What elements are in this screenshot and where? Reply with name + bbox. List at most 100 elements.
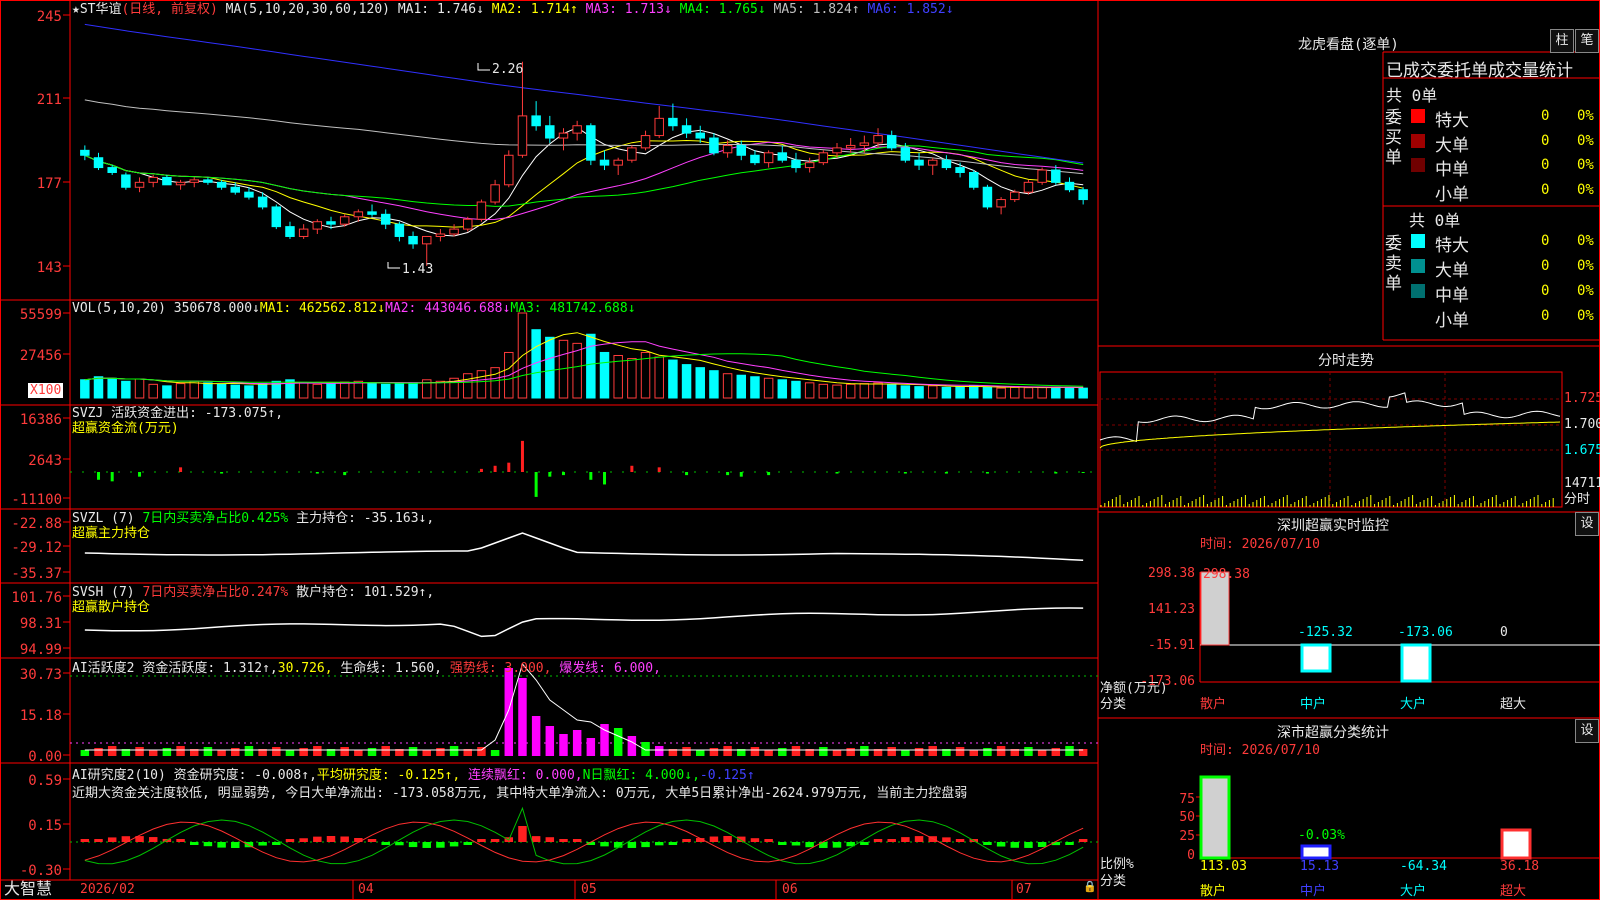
ai-research-bar — [518, 826, 527, 842]
ai-active-bar — [682, 747, 691, 756]
ai-research-bar — [668, 842, 678, 845]
volume-bar — [654, 356, 664, 399]
candle-body — [627, 147, 637, 161]
candle-body — [955, 167, 965, 173]
volume-bar — [162, 385, 172, 399]
candle-body — [709, 137, 719, 154]
low-annotation-arrow — [387, 262, 400, 269]
volume-bar — [627, 358, 637, 399]
ai-research-bar — [887, 839, 896, 842]
ai-research-bar — [148, 837, 158, 842]
bar-view-button[interactable]: 柱 — [1550, 29, 1574, 53]
chart-canvas[interactable] — [0, 0, 1600, 900]
volume-bar — [1064, 387, 1075, 399]
svzl-header: SVZL (7) 7日内买卖净占比0.425% 主力持仓: -35.163↓, — [72, 511, 434, 526]
volume-bar — [353, 380, 364, 399]
sz-monitor-cat: 散户 — [1200, 697, 1227, 712]
sz-class-tick: 0 — [1187, 848, 1195, 863]
sell-s-name: 小单 — [1435, 311, 1469, 331]
sz-class-bar — [1500, 828, 1532, 860]
ai-research-bar — [996, 842, 1006, 847]
ai-research-bar — [340, 836, 349, 842]
ai-active-life: 生命线: 1.560, — [340, 661, 443, 676]
ai-research-label: 资金研究度: -0.008↑, — [173, 768, 317, 783]
volume-bar — [1023, 387, 1034, 399]
volume-bar — [859, 383, 870, 399]
volume-bar — [244, 385, 254, 399]
svzj-title: SVZJ — [72, 406, 104, 421]
vol-title: VOL(5,10,20) — [72, 301, 166, 316]
svzj-bar — [944, 472, 948, 474]
period-label[interactable]: (日线, 前复权) — [121, 2, 217, 17]
ai-active-bar — [791, 746, 801, 756]
stock-name[interactable]: ★ST华谊 — [72, 2, 121, 17]
candle-body — [189, 179, 199, 183]
ai-active-tick: 0.00 — [28, 749, 62, 765]
candle-body — [463, 218, 473, 230]
volume-bar — [312, 383, 323, 399]
sz-class-settings-button[interactable]: 设 — [1575, 719, 1599, 743]
sz-class-tick: 50 — [1179, 810, 1195, 825]
ai-research-bar — [190, 842, 199, 845]
volume-bar — [763, 377, 774, 399]
vol-ma2: MA2: 443046.688↓ — [385, 301, 511, 316]
vol-unit-label: X100 — [28, 383, 64, 398]
sz-class-ylabel: 比例% — [1100, 857, 1134, 872]
sz-monitor-tick: 141.23 — [1148, 602, 1195, 617]
candle-body — [203, 179, 213, 183]
svzj-bar — [685, 472, 689, 476]
volume-bar — [695, 367, 705, 399]
svzj-bar — [97, 472, 101, 480]
ai-active-bar — [887, 747, 896, 756]
candle-body — [162, 176, 172, 186]
svzj-bar — [1081, 472, 1085, 473]
x-tick: 2026/02 — [80, 882, 135, 897]
candle-body — [93, 157, 104, 169]
sz-monitor-cat: 中户 — [1300, 697, 1327, 712]
ai-research-bar — [107, 837, 117, 842]
sz-class-cat: 中户 — [1300, 884, 1327, 899]
candle-body — [531, 115, 541, 127]
ai-active-bar — [627, 736, 637, 756]
svzj-tick: 16386 — [19, 412, 62, 428]
sz-class-tick: 75 — [1179, 792, 1195, 807]
buy-m-count: 0 — [1541, 157, 1550, 173]
pen-view-button[interactable]: 笔 — [1575, 29, 1599, 53]
candle-body — [558, 132, 569, 139]
sell-xl-name: 特大 — [1435, 236, 1469, 256]
high-annotation: 2.26 — [492, 62, 524, 77]
sz-class-xlabel: 分类 — [1100, 874, 1127, 889]
sz-class-value: 36.18 — [1500, 859, 1540, 874]
svzj-subtitle: 超赢资金流(万元) — [72, 421, 179, 436]
sz-monitor-cat: 大户 — [1400, 697, 1427, 712]
volume-bar — [1037, 386, 1047, 399]
candle-body — [941, 159, 952, 169]
ai-active-bar — [203, 747, 213, 756]
volume-bar — [709, 370, 719, 399]
candle-body — [982, 186, 993, 208]
sz-class-bar — [1300, 844, 1332, 860]
ai-research-bar — [477, 839, 486, 842]
svsh-title: SVSH (7) — [72, 585, 135, 600]
vol-value: 350678.000↓ — [173, 301, 260, 316]
candle-body — [681, 125, 692, 134]
order-panel-title: 龙虎看盘(逐单) — [1298, 37, 1399, 53]
sz-monitor-settings-button[interactable]: 设 — [1575, 512, 1599, 536]
ai-research-bar — [860, 842, 869, 845]
ai-active-bar — [696, 750, 705, 756]
ai-active-bar — [80, 750, 90, 756]
ai-research-tick: -0.30 — [19, 863, 62, 879]
ai-active-bar — [381, 746, 390, 756]
candle-body — [271, 206, 282, 228]
buy-l-count: 0 — [1541, 133, 1550, 149]
candle-body — [421, 235, 432, 245]
ai-research-tick: 0.15 — [28, 818, 62, 834]
sz-monitor-title: 深圳超赢实时监控 — [1277, 518, 1389, 534]
ma6-value: MA6: 1.852↓ — [867, 2, 954, 17]
ai-active-title: AI活跃度2 — [72, 661, 135, 676]
lock-icon[interactable]: 🔒 — [1083, 879, 1097, 894]
svzj-bar — [903, 472, 907, 474]
ai-active-bar — [422, 750, 431, 756]
svzl-title: SVZL (7) — [72, 511, 135, 526]
buy-total: 共 0单 — [1386, 86, 1438, 105]
